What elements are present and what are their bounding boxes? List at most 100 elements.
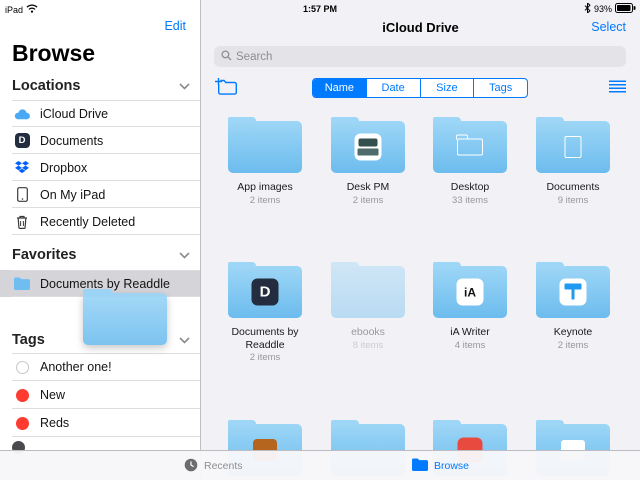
item-count: 2 items (352, 194, 384, 206)
dragged-folder-ghost[interactable] (83, 289, 167, 345)
search-input[interactable] (236, 50, 626, 63)
item-name: Keynote (553, 326, 593, 338)
item-count: 2 items (249, 194, 281, 206)
status-right: 93% (584, 2, 636, 15)
grid-item-documents[interactable]: Documents 9 items (522, 115, 624, 206)
tag-item-another-one[interactable]: Another one! (0, 353, 200, 381)
recents-clock-icon (184, 458, 198, 475)
folder-icon (536, 262, 610, 318)
item-count: 4 items (454, 339, 486, 351)
search-icon (221, 48, 232, 66)
section-label: Locations (12, 78, 81, 94)
grid-item-ia-writer[interactable]: iA iA Writer 4 items (419, 260, 521, 351)
sidebar-item-label: Documents (40, 133, 104, 148)
folder-icon (433, 117, 507, 173)
segment-size[interactable]: Size (421, 79, 475, 97)
tag-label: Another one! (40, 360, 112, 374)
document-outline-badge-icon (564, 136, 582, 158)
item-name: Documents (546, 181, 600, 193)
sidebar-item-label: iCloud Drive (40, 106, 109, 121)
tag-label: Reds (40, 416, 70, 430)
sidebar-item-recently-deleted[interactable]: Recently Deleted (0, 208, 200, 235)
grid-item-keynote[interactable]: Keynote 2 items (522, 260, 624, 351)
sidebar-item-dropbox[interactable]: Dropbox (0, 154, 200, 181)
section-header-locations[interactable]: Locations (12, 76, 190, 96)
chevron-down-icon[interactable] (179, 247, 190, 263)
sidebar-item-label: Dropbox (40, 160, 88, 175)
ia-writer-badge-icon: iA (456, 278, 484, 306)
documents-app-badge-icon: D (251, 278, 279, 306)
select-button[interactable]: Select (591, 20, 626, 34)
status-bar: iPad 1:57 PM 93% (0, 0, 640, 18)
bluetooth-icon (584, 2, 591, 15)
dropbox-icon (12, 161, 32, 174)
tag-circle-icon (12, 416, 32, 430)
browse-folder-icon (412, 458, 428, 474)
item-name: App images (237, 181, 293, 193)
list-view-toggle[interactable] (609, 80, 626, 98)
sidebar-item-label: On My iPad (40, 187, 106, 202)
item-name: Desktop (450, 181, 490, 193)
battery-icon (615, 3, 636, 15)
item-name: Documents by Readdle (231, 326, 299, 351)
tab-label: Browse (434, 460, 470, 472)
item-count: 8 items (352, 339, 384, 351)
sidebar-item-label: Recently Deleted (40, 214, 136, 229)
sort-segmented-control: Name Date Size Tags (312, 78, 528, 98)
section-header-favorites[interactable]: Favorites (12, 245, 190, 265)
grid-item-documents-by-readdle[interactable]: D Documents by Readdle 2 items (214, 260, 316, 363)
documents-app-icon: D (12, 133, 32, 148)
folder-icon (536, 117, 610, 173)
sidebar-item-on-my-ipad[interactable]: On My iPad (0, 181, 200, 208)
icloud-icon (12, 108, 32, 120)
tag-item-reds[interactable]: Reds (0, 409, 200, 437)
grid-item-desk-pm[interactable]: Desk PM 2 items (317, 115, 419, 206)
tab-bar: Recents Browse (0, 450, 640, 480)
clock: 1:57 PM (302, 4, 337, 14)
section-label: Tags (12, 332, 45, 348)
folder-icon (331, 117, 405, 173)
grid-item-app-images[interactable]: App images 2 items (214, 115, 316, 206)
grid-item-desktop[interactable]: Desktop 33 items (419, 115, 521, 206)
tab-recents[interactable]: Recents (184, 451, 243, 480)
item-count: 2 items (249, 352, 281, 364)
files-app: iPad 1:57 PM 93% Edit Browse Locations i… (0, 0, 640, 480)
segment-tags[interactable]: Tags (474, 79, 527, 97)
section-label: Favorites (12, 247, 77, 263)
folder-icon (228, 117, 302, 173)
item-name: ebooks (351, 326, 385, 338)
trash-icon (12, 215, 32, 229)
item-count: 33 items (452, 194, 488, 206)
tab-browse[interactable]: Browse (412, 451, 469, 480)
tag-circle-icon (12, 388, 32, 402)
sidebar: Edit Browse Locations iCloud Drive D Doc… (0, 0, 201, 480)
search-bar[interactable] (214, 46, 626, 67)
keynote-badge-icon (559, 278, 587, 306)
tag-item-new[interactable]: New (0, 381, 200, 409)
typewriter-badge-icon (354, 133, 382, 161)
sidebar-item-icloud-drive[interactable]: iCloud Drive (0, 100, 200, 127)
folder-outline-badge-icon (456, 134, 483, 156)
sidebar-title: Browse (12, 40, 96, 66)
item-count: 2 items (557, 339, 589, 351)
segment-date[interactable]: Date (367, 79, 421, 97)
ipad-icon (12, 187, 32, 202)
battery-percent: 93% (593, 4, 612, 14)
chevron-down-icon[interactable] (179, 332, 190, 348)
sidebar-item-documents[interactable]: D Documents (0, 127, 200, 154)
page-title: iCloud Drive (382, 20, 459, 35)
edit-button[interactable]: Edit (164, 19, 186, 33)
chevron-down-icon[interactable] (179, 78, 190, 94)
item-count: 9 items (557, 194, 589, 206)
folder-icon: iA (433, 262, 507, 318)
grid-item-ebooks[interactable]: ebooks 8 items (317, 260, 419, 351)
tag-circle-icon (12, 360, 32, 374)
item-name: Desk PM (346, 181, 390, 193)
segment-name[interactable]: Name (313, 79, 367, 97)
folder-icon (331, 262, 405, 318)
tag-label: New (40, 388, 66, 402)
new-folder-button[interactable] (214, 77, 238, 101)
tab-label: Recents (204, 460, 243, 472)
item-name: iA Writer (450, 326, 490, 338)
folder-icon (12, 277, 32, 290)
